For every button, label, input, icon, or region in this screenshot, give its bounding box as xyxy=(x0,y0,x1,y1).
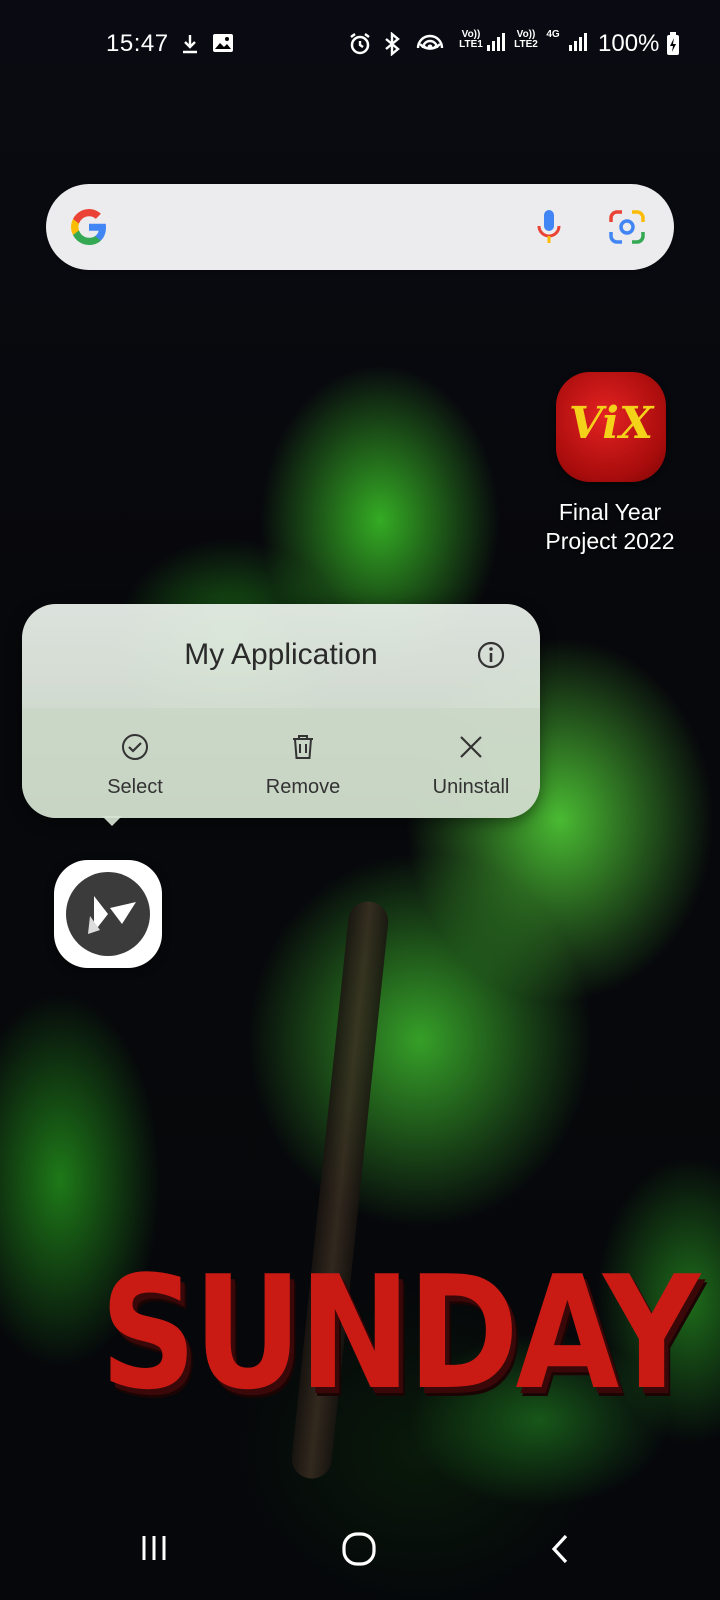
close-icon xyxy=(460,736,482,758)
lens-icon[interactable] xyxy=(606,206,648,248)
info-icon[interactable] xyxy=(476,640,506,670)
context-menu-actions: Select Remove Uninstall xyxy=(22,708,540,818)
uninstall-button[interactable]: Uninstall xyxy=(386,708,540,818)
sim2-label: Vo)) LTE2 xyxy=(514,29,538,50)
app-logo xyxy=(66,872,150,956)
status-bar: 15:47 Vo)) LTE1 Vo)) LTE2 4G 100% xyxy=(0,0,720,88)
sunday-wallpaper-text: SUNDAY xyxy=(100,1242,700,1424)
context-menu-header: My Application xyxy=(22,604,540,708)
select-label: Select xyxy=(107,776,163,798)
vix-app-icon[interactable]: ViX xyxy=(556,372,666,482)
battery-percent: 100% xyxy=(598,30,660,57)
select-button[interactable]: Select xyxy=(50,708,220,818)
image-icon xyxy=(213,34,233,52)
bluetooth-icon xyxy=(385,32,400,56)
remove-button[interactable]: Remove xyxy=(218,708,388,818)
popup-pointer xyxy=(102,816,122,826)
status-time: 15:47 xyxy=(106,30,169,57)
signal-icon xyxy=(569,33,587,51)
sim1-label: Vo)) LTE1 xyxy=(459,29,483,50)
alarm-icon xyxy=(350,33,370,55)
app-label: Final Year Project 2022 xyxy=(545,499,675,554)
battery-charging-icon xyxy=(667,32,679,55)
vix-logo-text: ViX xyxy=(568,398,654,449)
google-search-bar[interactable] xyxy=(46,184,674,270)
app-context-menu: My Application Select Remove Uninstall xyxy=(22,604,540,818)
back-icon[interactable] xyxy=(548,1532,572,1566)
hotspot-icon xyxy=(416,34,444,50)
network-type: 4G xyxy=(546,29,560,40)
kivy-logo-icon xyxy=(88,896,136,934)
recents-icon[interactable] xyxy=(140,1532,174,1564)
app-final-year-project[interactable]: ViX Final Year Project 2022 xyxy=(540,372,680,562)
my-application-icon[interactable] xyxy=(54,860,162,968)
remove-label: Remove xyxy=(265,776,341,798)
mic-icon[interactable] xyxy=(528,206,570,248)
download-icon xyxy=(183,35,197,54)
context-menu-title: My Application xyxy=(184,638,378,671)
signal-icon xyxy=(487,33,505,51)
trash-icon xyxy=(293,735,313,759)
uninstall-label: Uninstall xyxy=(432,776,510,798)
navigation-bar xyxy=(0,1510,720,1600)
home-icon[interactable] xyxy=(340,1530,378,1568)
check-circle-icon xyxy=(122,734,148,760)
google-logo xyxy=(71,209,106,245)
